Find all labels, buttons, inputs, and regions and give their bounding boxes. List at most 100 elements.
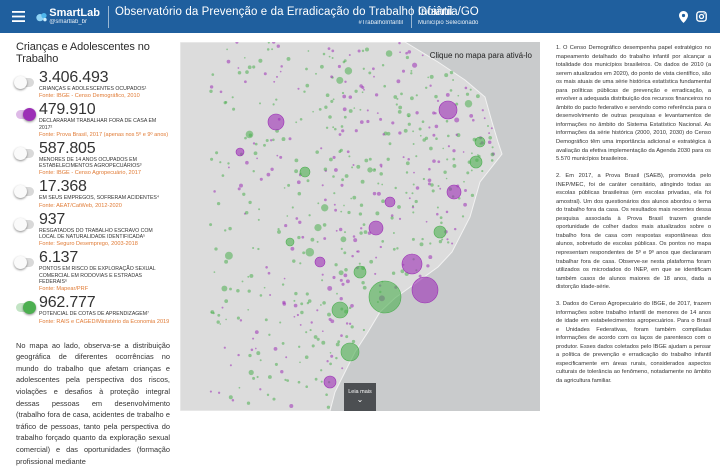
indicator-toggle[interactable] [16,108,36,122]
map-marker [299,262,302,265]
map-marker [340,236,347,243]
indicator-source[interactable]: Fonte: Prova Brasil, 2017 (apenas nos 5º… [39,131,170,139]
hashtag: #TrabalhoInfantil [358,20,403,27]
map-marker [231,96,234,99]
map-marker [266,172,271,177]
map-marker [237,67,240,69]
map-marker [381,240,385,243]
indicator-source[interactable]: Fonte: IBGE - Censo Demográfico, 2010 [39,92,170,100]
map-marker [348,53,351,57]
map-marker [256,375,259,379]
map-marker [405,161,410,166]
map-marker [315,150,319,154]
map-marker [336,292,338,295]
map-marker [345,322,349,325]
indicator-toggle[interactable] [14,76,34,89]
indicator-description: MENORES DE 14 ANOS OCUPADOS EM ESTABELEC… [39,156,142,170]
map-marker [256,157,258,160]
indicator-toggle[interactable] [14,146,34,160]
map-marker [294,291,298,296]
indicator-source[interactable]: Fonte: Mapear/PRF [39,285,170,293]
map-marker [265,138,269,143]
map-marker [274,362,278,366]
map-marker [319,64,324,69]
map-marker [292,259,296,263]
map-marker [359,108,362,111]
map-marker [294,169,299,174]
map-marker [434,124,439,129]
indicator-source[interactable]: Fonte: RAIS e CAGED/Ministério da Econom… [39,318,170,326]
brazil-landmass [180,42,503,411]
map-marker [209,89,213,93]
map-marker [226,59,231,64]
map-marker [307,50,310,52]
map-marker [352,195,357,200]
map-marker [445,92,450,97]
location-pin-icon[interactable] [679,10,688,23]
toggle-knob [14,146,27,160]
map-marker [361,91,364,94]
map-marker [346,150,350,154]
indicator-source[interactable]: Fonte: IBGE - Censo Agropecuário, 2017 [39,169,170,177]
map-marker [299,323,302,326]
map-marker [314,377,318,381]
map-marker [244,80,247,84]
intro-text: No mapa ao lado, observa-se a distribuiç… [16,340,170,466]
indicator-item: 6.137 PONTOS EM RISCO DE EXPLORAÇÃO SEXUA… [14,250,170,293]
indicator-value: 937 [39,210,66,228]
map-marker [247,308,250,311]
map-marker [335,342,340,347]
indicator-toggle[interactable] [14,185,34,199]
map-marker [344,80,347,84]
note-paragraph: 1. O Censo Demográfico desempenha papel … [556,45,711,163]
map-marker [337,64,341,69]
map-marker [320,369,323,372]
map-marker [440,221,443,225]
map-marker [252,376,256,380]
smartlab-logo[interactable]: SmartLab @smartlab_br [36,0,100,33]
map-marker [239,183,243,188]
map-marker [227,162,230,165]
map-marker [273,347,278,351]
map-marker [225,318,227,321]
read-more-button[interactable]: Leia mais ⌄ [344,383,376,411]
map-marker [368,220,384,236]
map-marker [386,131,391,136]
map-marker [368,280,402,314]
map-marker [326,360,329,363]
map-marker [311,344,315,348]
map-marker [357,49,361,53]
selected-city[interactable]: Goiânia/GO Município Selecionado [418,5,479,26]
logo-handle: @smartlab_br [49,19,88,25]
indicator-toggle[interactable] [16,301,36,315]
map-marker [405,191,408,194]
map-marker [403,128,408,133]
instagram-icon[interactable] [696,11,707,22]
map-marker [297,235,301,240]
map-marker [237,353,240,357]
map-marker [348,109,353,113]
map-marker [396,79,401,84]
city-name: Goiânia/GO [418,5,479,18]
map-marker [488,136,492,140]
map-marker [247,289,251,293]
menu-icon[interactable] [0,0,36,33]
map-marker [411,204,415,208]
chevron-down-icon: ⌄ [356,395,364,404]
indicator-source[interactable]: Fonte: AEAT/CatWeb, 2012-2020 [39,202,170,210]
map-marker [272,138,275,142]
map-marker [383,84,387,88]
map-marker [320,147,323,150]
map-marker [377,182,380,185]
indicator-toggle[interactable] [14,256,34,270]
map-marker [375,256,378,259]
map-marker [392,247,396,251]
indicator-source[interactable]: Fonte: Seguro Desemprego, 2003-2018 [39,240,170,248]
indicator-toggle[interactable] [14,217,34,231]
brazil-map[interactable]: Clique no mapa para ativá-lo Leia mais ⌄ [180,42,540,411]
map-marker [209,223,213,227]
map-marker [340,210,343,213]
map-marker [488,132,491,135]
map-marker [391,271,396,275]
map-marker [265,266,268,269]
